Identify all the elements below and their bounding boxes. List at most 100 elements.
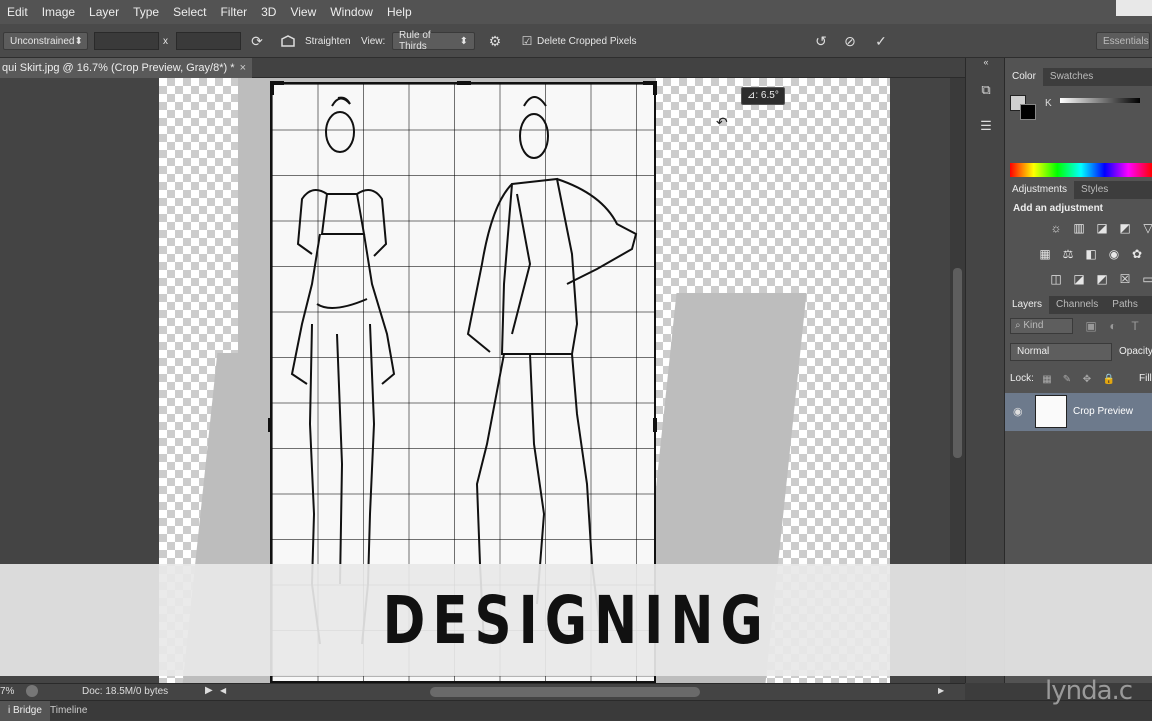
hue-saturation-icon[interactable]: ▦ [1037,247,1053,261]
black-white-icon[interactable]: ◧ [1083,247,1099,261]
gear-icon[interactable]: ⚙ [486,32,504,50]
reset-icon[interactable]: ↺ [812,32,830,50]
ratio-label: Unconstrained [10,35,75,47]
close-icon[interactable]: × [240,58,246,78]
vibrance-icon[interactable]: ▽ [1140,221,1152,235]
delete-cropped-checkbox[interactable]: ☑ [518,32,536,50]
lock-move-icon[interactable]: ✥ [1079,373,1095,387]
gradient-map-icon[interactable]: ☒ [1117,272,1133,286]
collapse-arrows-icon[interactable]: « [978,57,994,73]
status-bar: 7% Doc: 18.5M/0 bytes ▶ ◀ ▶ [0,683,965,700]
color-spectrum-bar[interactable] [1010,163,1152,177]
properties-icon[interactable]: ☰ [978,118,994,134]
layer-thumbnail [1035,395,1067,428]
chevron-updown-icon: ⬍ [74,35,83,47]
layers-panel-tabs: Layers Channels Paths [1005,296,1152,314]
brightness-icon[interactable]: ☼ [1048,221,1064,235]
crop-handle-top-left-v[interactable] [270,81,274,95]
layer-filter-dropdown[interactable]: ⌕ Kind [1010,318,1073,334]
filter-adjustment-icon[interactable]: ◐ [1105,319,1121,333]
background-color-swatch[interactable] [1020,104,1036,120]
status-menu-arrow-icon[interactable]: ▶ [205,685,213,696]
kind-label: Kind [1023,320,1044,331]
workspace-button[interactable]: Essentials [1096,32,1150,50]
posterize-icon[interactable]: ◪ [1071,272,1087,286]
lock-all-icon[interactable]: 🔒 [1101,373,1117,387]
document-tab[interactable]: qui Skirt.jpg @ 16.7% (Crop Preview, Gra… [0,58,252,78]
threshold-icon[interactable]: ◩ [1094,272,1110,286]
scroll-left-icon[interactable]: ◀ [220,686,226,695]
selective-color-icon[interactable]: ▭ [1140,272,1152,286]
lock-transparent-icon[interactable]: ▦ [1039,373,1055,387]
tab-layers[interactable]: Layers [1005,296,1050,314]
tab-swatches[interactable]: Swatches [1043,68,1100,86]
layer-name[interactable]: Crop Preview [1073,406,1133,417]
rotation-angle-tooltip: ⊿: 6.5° [741,87,785,105]
k-slider[interactable] [1060,98,1140,103]
view-dropdown[interactable]: Rule of Thirds ⬍ [392,30,475,52]
crop-handle-top[interactable] [457,81,471,85]
height-input[interactable] [176,32,241,50]
view-label: View: [361,35,386,47]
menu-window[interactable]: Window [323,0,380,24]
tab-timeline[interactable]: Timeline [42,701,95,721]
document-title: qui Skirt.jpg @ 16.7% (Crop Preview, Gra… [2,62,235,74]
lock-label: Lock: [1010,373,1034,384]
ratio-dropdown[interactable]: Unconstrained ⬍ [3,32,88,50]
crop-handle-left[interactable] [268,418,272,432]
rotate-swap-icon[interactable]: ⟳ [248,32,266,50]
layer-row-selected[interactable]: ◉ Crop Preview [1005,393,1152,431]
title-banner: DESIGNING [0,564,1152,676]
straighten-label[interactable]: Straighten [305,32,351,50]
blend-mode-value: Normal [1017,346,1050,357]
vertical-scroll-thumb[interactable] [953,268,962,458]
blend-mode-dropdown[interactable]: Normal [1010,343,1112,361]
straighten-icon[interactable] [279,32,297,50]
menu-help[interactable]: Help [380,0,419,24]
menu-image[interactable]: Image [35,0,82,24]
curves-icon[interactable]: ◪ [1094,221,1110,235]
menu-view[interactable]: View [283,0,323,24]
menu-edit[interactable]: Edit [0,0,35,24]
menu-bar: Edit Image Layer Type Select Filter 3D V… [0,0,1152,24]
tab-paths[interactable]: Paths [1105,296,1145,314]
channel-mixer-icon[interactable]: ✿ [1129,247,1145,261]
history-icon[interactable]: ⧉ [978,82,994,98]
color-channel-label: K [1045,98,1052,109]
horizontal-scroll-thumb[interactable] [430,687,700,697]
tab-color[interactable]: Color [1005,68,1043,86]
add-adjustment-title: Add an adjustment [1013,203,1104,214]
chevron-updown-icon: ⬍ [459,35,468,47]
tab-adjustments[interactable]: Adjustments [1005,181,1075,199]
menu-type[interactable]: Type [126,0,166,24]
lock-brush-icon[interactable]: ✎ [1059,373,1075,387]
ratio-separator: x [163,35,168,47]
crop-handle-top-right-v[interactable] [653,81,657,95]
visibility-eye-icon[interactable]: ◉ [1013,405,1023,418]
invert-icon[interactable]: ◫ [1048,272,1064,286]
document-tab-bar: qui Skirt.jpg @ 16.7% (Crop Preview, Gra… [0,58,965,78]
commit-check-icon[interactable]: ✓ [872,32,890,50]
scroll-right-icon[interactable]: ▶ [938,686,944,695]
bottom-panel-bar: i Bridge Timeline [0,700,1152,721]
menu-layer[interactable]: Layer [82,0,126,24]
crop-handle-right[interactable] [653,418,657,432]
tab-styles[interactable]: Styles [1074,181,1115,199]
menu-3d[interactable]: 3D [254,0,283,24]
exposure-icon[interactable]: ◩ [1117,221,1133,235]
color-balance-icon[interactable]: ⚖ [1060,247,1076,261]
tab-channels[interactable]: Channels [1049,296,1105,314]
menu-select[interactable]: Select [166,0,213,24]
filter-pixel-icon[interactable]: ▣ [1083,319,1099,333]
window-minimize-button[interactable] [1116,0,1152,16]
levels-icon[interactable]: ▥ [1071,221,1087,235]
photo-filter-icon[interactable]: ◉ [1106,247,1122,261]
filter-type-icon[interactable]: T [1127,319,1143,333]
cancel-icon[interactable]: ⊘ [841,32,859,50]
zoom-level[interactable]: 7% [0,686,14,697]
proof-icon[interactable] [26,685,38,697]
menu-filter[interactable]: Filter [213,0,254,24]
fill-label: Fill: [1139,373,1152,384]
width-input[interactable] [94,32,159,50]
document-size: Doc: 18.5M/0 bytes [82,686,169,697]
